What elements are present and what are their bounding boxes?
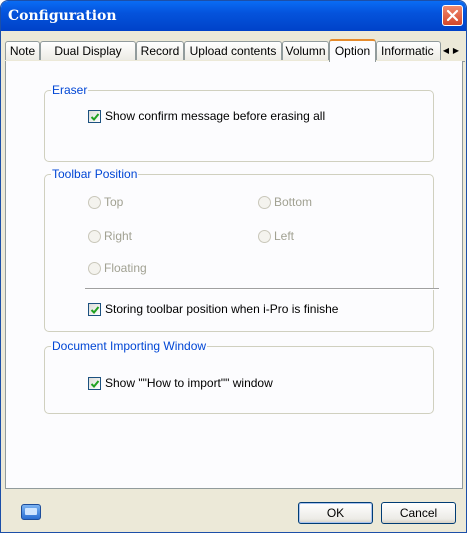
tab-scroll-buttons: ◀ ▶ (441, 42, 465, 58)
bottom-bar: OK Cancel (1, 489, 466, 532)
tab-volumn[interactable]: Volumn (282, 41, 329, 60)
radio-right[interactable]: Right (88, 229, 132, 243)
radio-floating[interactable]: Floating (88, 261, 147, 275)
radio-floating-label: Floating (104, 261, 147, 275)
store-position-checkbox[interactable]: Storing toolbar position when i-Pro is f… (88, 302, 338, 316)
radio-bottom-circle[interactable] (258, 195, 271, 209)
tab-scroll-left-icon[interactable]: ◀ (441, 43, 451, 59)
toolbar-position-legend: Toolbar Position (51, 167, 139, 181)
tab-note[interactable]: Note (5, 41, 40, 60)
radio-right-circle[interactable] (88, 229, 101, 243)
title-bar[interactable]: Configuration (1, 1, 466, 31)
radio-left[interactable]: Left (258, 229, 294, 243)
show-how-to-import-checkbox[interactable]: Show ""How to import"" window (88, 376, 273, 390)
ok-button[interactable]: OK (298, 502, 373, 524)
close-icon (446, 9, 459, 22)
tab-strip: Note Dual Display Record Upload contents… (5, 39, 465, 62)
tab-dual-display[interactable]: Dual Display (40, 41, 136, 60)
monitor-icon[interactable] (21, 504, 41, 520)
tab-option[interactable]: Option (329, 39, 376, 62)
close-button[interactable] (442, 5, 463, 26)
toolbar-position-group: Toolbar Position Top Bottom Right Left F… (44, 167, 439, 332)
confirm-erase-checkbox[interactable]: Show confirm message before erasing all (88, 109, 325, 123)
configuration-window: Configuration Note Dual Display Record U… (0, 0, 467, 533)
toolbar-separator (85, 288, 439, 290)
cancel-button[interactable]: Cancel (381, 502, 456, 524)
tab-record[interactable]: Record (136, 41, 184, 60)
confirm-erase-label: Show confirm message before erasing all (105, 109, 326, 123)
checkmark-icon (90, 379, 100, 388)
radio-top[interactable]: Top (88, 195, 123, 209)
show-how-to-import-box[interactable] (88, 376, 101, 390)
show-how-to-import-label: Show ""How to import"" window (105, 376, 273, 390)
radio-top-circle[interactable] (88, 195, 101, 209)
radio-left-circle[interactable] (258, 229, 271, 243)
checkmark-icon (90, 112, 100, 121)
radio-top-label: Top (104, 195, 124, 209)
eraser-legend: Eraser (51, 83, 89, 97)
option-page: Eraser Show confirm message before erasi… (5, 61, 463, 489)
window-title: Configuration (8, 8, 117, 24)
document-importing-legend: Document Importing Window (51, 339, 208, 353)
checkmark-icon (90, 305, 100, 314)
radio-bottom-label: Bottom (274, 195, 313, 209)
tab-information[interactable]: Informatic (376, 41, 441, 60)
radio-left-label: Left (274, 229, 295, 243)
confirm-erase-box[interactable] (88, 109, 101, 123)
tab-scroll-right-icon[interactable]: ▶ (451, 43, 461, 59)
store-position-box[interactable] (88, 302, 101, 316)
radio-bottom[interactable]: Bottom (258, 195, 312, 209)
tab-upload-contents[interactable]: Upload contents (184, 41, 282, 60)
store-position-label: Storing toolbar position when i-Pro is f… (105, 302, 339, 316)
radio-floating-circle[interactable] (88, 261, 101, 275)
eraser-group: Eraser Show confirm message before erasi… (44, 83, 434, 162)
radio-right-label: Right (104, 229, 133, 243)
document-importing-group: Document Importing Window Show ""How to … (44, 339, 434, 414)
